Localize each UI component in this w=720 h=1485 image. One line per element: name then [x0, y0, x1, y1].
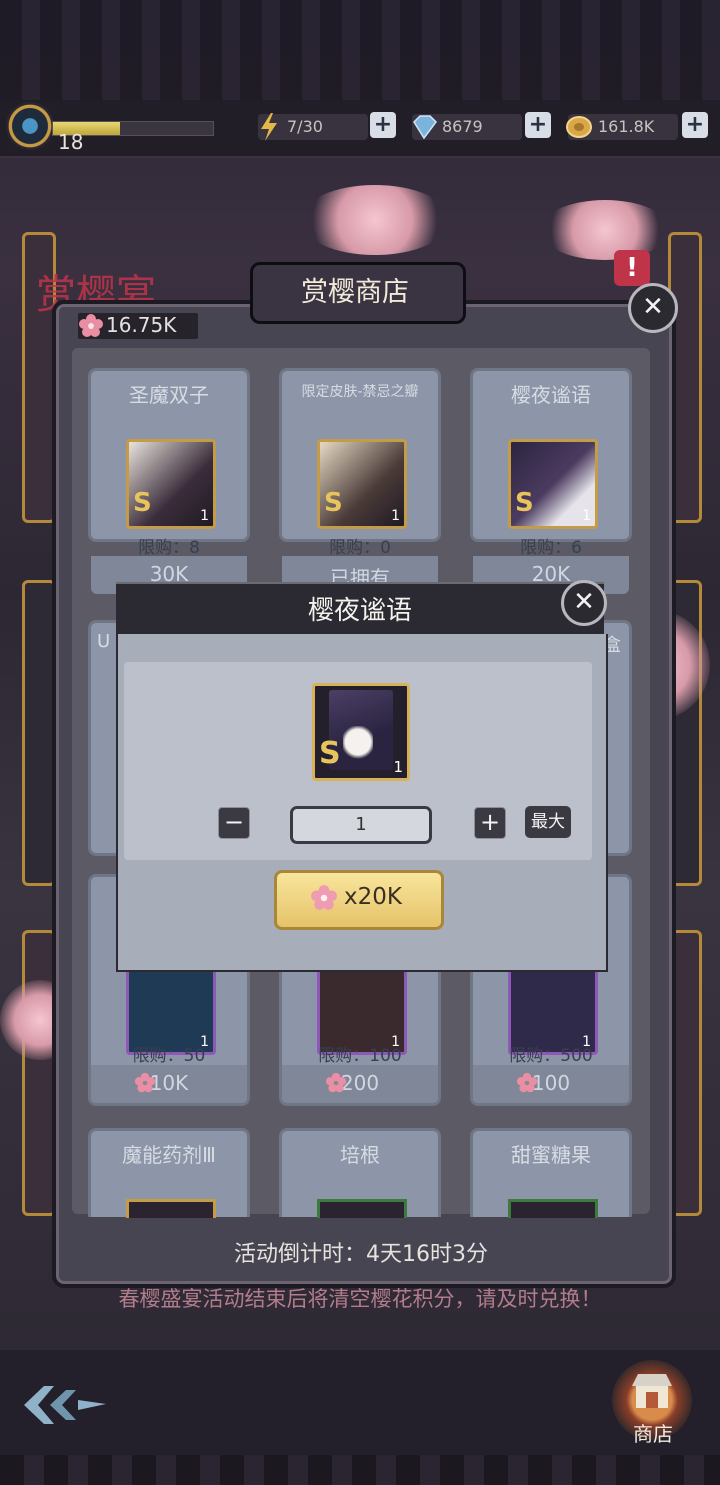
item-name: 樱夜谧语 — [511, 383, 591, 407]
item-price: 100 — [531, 1071, 571, 1095]
event-countdown: 活动倒计时：4天16时3分 — [234, 1242, 488, 1267]
blossom-decoration — [540, 200, 670, 260]
item-count: 1 — [582, 508, 591, 524]
item-limit: 限购：100 — [318, 1046, 402, 1066]
sakura-icon — [134, 1072, 156, 1093]
item-price: 10K — [149, 1071, 189, 1095]
lightning-icon — [261, 113, 277, 141]
item-count: 1 — [200, 508, 209, 524]
storefront-icon — [632, 1374, 672, 1408]
sakura-icon — [311, 885, 337, 910]
item-icon: S 1 — [126, 439, 216, 529]
item-icon — [508, 1199, 598, 1218]
sakura-icon — [516, 1072, 538, 1093]
shop-nav-label: 商店 — [633, 1422, 673, 1446]
shop-item-card[interactable]: 樱夜谧语 S 1 限购：6 — [470, 368, 632, 558]
sakura-icon — [79, 314, 103, 337]
left-frame-low — [22, 930, 56, 1216]
shop-item-card[interactable]: 魔能药剂Ⅲ — [88, 1128, 250, 1218]
add-diamonds-button[interactable]: + — [525, 112, 551, 138]
item-name: 限定皮肤-禁忌之瓣 — [301, 384, 419, 400]
event-notice: 春樱盛宴活动结束后将清空樱花积分，请及时兑换！ — [118, 1287, 602, 1311]
s-rank-badge: S — [324, 488, 343, 518]
selected-item-icon: S 1 — [312, 683, 410, 781]
shop-item-card[interactable]: 圣魔双子 S 1 限购：8 — [88, 368, 250, 558]
item-limit: 限购：500 — [509, 1046, 593, 1066]
coin-icon — [566, 116, 592, 138]
back-arrow-icon[interactable] — [20, 1380, 110, 1430]
shop-item-card[interactable]: 限定皮肤-禁忌之瓣 S 1 限购：0 — [279, 368, 441, 558]
max-quantity-button[interactable]: 最大 — [525, 806, 571, 838]
add-stamina-button[interactable]: + — [370, 112, 396, 138]
sakura-icon — [325, 1072, 347, 1093]
modal-title: 樱夜谧语 — [307, 596, 412, 626]
alert-icon[interactable]: ! — [614, 250, 650, 286]
item-name: 培根 — [340, 1143, 380, 1167]
shop-title: 赏樱商店 — [301, 277, 409, 308]
diamond-icon — [413, 115, 437, 140]
item-count: 1 — [393, 758, 403, 776]
decrease-quantity-button[interactable]: − — [218, 807, 250, 839]
item-limit: 限购：8 — [138, 538, 200, 558]
left-frame-mid — [22, 580, 56, 886]
increase-quantity-button[interactable]: + — [474, 807, 506, 839]
coin-value: 161.8K — [598, 117, 655, 136]
item-name: 魔能药剂Ⅲ — [122, 1143, 216, 1167]
s-rank-badge: S — [515, 488, 534, 518]
s-rank-badge: S — [133, 488, 152, 518]
item-icon — [126, 1199, 216, 1218]
item-count: 1 — [391, 508, 400, 524]
item-name: 甜蜜糖果 — [511, 1143, 591, 1167]
curtain-decoration — [0, 0, 720, 110]
sakura-points-value: 16.75K — [106, 313, 177, 337]
level-emblem-icon[interactable] — [6, 102, 54, 150]
item-name: 圣魔双子 — [129, 383, 209, 407]
stamina-value: 7/30 — [287, 117, 323, 136]
shop-item-card[interactable]: 培根 — [279, 1128, 441, 1218]
item-price: 200 — [340, 1071, 380, 1095]
diamond-value: 8679 — [442, 117, 483, 136]
character-portrait — [343, 726, 373, 766]
player-level: 18 — [58, 130, 84, 154]
buy-price: x20K — [344, 884, 402, 910]
add-coins-button[interactable]: + — [682, 112, 708, 138]
shop-close-button[interactable]: ✕ — [628, 283, 678, 333]
s-rank-badge: S — [319, 736, 341, 771]
item-name-partial: U — [97, 631, 111, 652]
modal-close-button[interactable]: ✕ — [561, 580, 607, 626]
item-icon: S 1 — [317, 439, 407, 529]
item-limit: 限购：50 — [132, 1046, 206, 1066]
item-icon — [317, 1199, 407, 1218]
quantity-input[interactable]: 1 — [290, 806, 432, 844]
item-limit: 限购：6 — [520, 538, 582, 558]
item-limit: 限购：0 — [329, 538, 391, 558]
bottom-decoration — [0, 1455, 720, 1485]
shop-item-card[interactable]: 甜蜜糖果 — [470, 1128, 632, 1218]
blossom-decoration — [300, 185, 450, 255]
item-icon: S 1 — [508, 439, 598, 529]
